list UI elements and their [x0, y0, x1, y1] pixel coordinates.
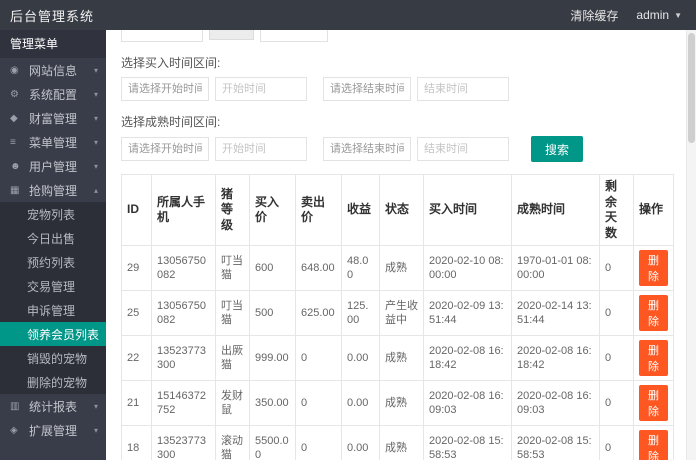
delete-button[interactable]: 删除	[639, 430, 668, 460]
scrollbar-thumb[interactable]	[688, 33, 695, 143]
submenu-item-destroyed-pets[interactable]: 销毁的宠物	[0, 346, 106, 370]
chevron-down-icon: ▾	[93, 89, 98, 99]
sidebar-item-menu-management[interactable]: ≡ 菜单管理 ▾	[0, 130, 106, 154]
sidebar-item-statistics-report[interactable]: ▥ 统计报表 ▾	[0, 394, 106, 418]
cart-icon: ▦	[10, 184, 20, 196]
buy-start-time-select[interactable]	[121, 77, 209, 101]
menu-list-icon: ≡	[10, 136, 16, 148]
top-bar: 后台管理系统 清除缓存 admin ▼	[0, 0, 696, 30]
username-label: admin	[636, 8, 670, 22]
user-dropdown[interactable]: admin ▼	[636, 8, 682, 22]
chart-icon: ▥	[10, 400, 20, 412]
sidebar-item-extension-management[interactable]: ◈ 扩展管理 ▾	[0, 418, 106, 442]
col-header-buy-time: 买入时间	[423, 173, 512, 247]
chevron-down-icon: ▾	[93, 137, 98, 147]
submenu-item-reservation-list[interactable]: 预约列表	[0, 250, 106, 274]
chevron-down-icon: ▾	[93, 65, 98, 75]
clipped-select-input[interactable]	[121, 30, 203, 42]
sidebar-item-website-info[interactable]: ◉ 网站信息 ▾	[0, 58, 106, 82]
delete-button[interactable]: 删除	[639, 295, 668, 332]
submenu-item-transaction-management[interactable]: 交易管理	[0, 274, 106, 298]
table-row: 25 13056750082 叮当猫 500 625.00 125.00 产生收…	[121, 290, 674, 337]
buy-end-time-input[interactable]	[417, 77, 509, 101]
col-header-id: ID	[121, 173, 152, 247]
caret-down-icon: ▼	[674, 10, 682, 20]
table-row: 22 13523773300 出厥猫 999.00 0 0.00 成熟 2020…	[121, 335, 674, 382]
mature-end-time-select[interactable]	[323, 137, 411, 161]
layout: 管理菜单 ◉ 网站信息 ▾ ⚙ 系统配置 ▾ ◆ 财富管理 ▾ ≡ 菜单管理 ▾	[0, 30, 696, 460]
col-header-profit: 收益	[341, 173, 380, 247]
sidebar-item-purchase-management[interactable]: ▦ 抢购管理 ▴	[0, 178, 106, 202]
gear-icon: ⚙	[10, 88, 19, 100]
col-header-status: 状态	[379, 173, 424, 247]
user-icon: ☻	[10, 160, 21, 172]
col-header-actions: 操作	[633, 173, 674, 247]
app-title: 后台管理系统	[10, 8, 95, 24]
sidebar-item-wealth-management[interactable]: ◆ 财富管理 ▾	[0, 106, 106, 130]
submenu-item-adopt-member-list[interactable]: 领养会员列表	[0, 322, 106, 346]
mature-time-filter-row: 搜索	[121, 136, 677, 162]
buy-end-time-select[interactable]	[323, 77, 411, 101]
search-button[interactable]: 搜索	[531, 136, 584, 162]
buy-start-time-input[interactable]	[215, 77, 307, 101]
clipped-text-input[interactable]	[260, 30, 328, 42]
sidebar-menu-title: 管理菜单	[0, 30, 106, 58]
table-row: 21 15146372752 发财鼠 350.00 0 0.00 成熟 2020…	[121, 380, 674, 427]
extension-icon: ◈	[10, 424, 18, 436]
chevron-down-icon: ▾	[93, 113, 98, 123]
chevron-down-icon: ▾	[93, 401, 98, 411]
mature-time-range-label: 选择成熟时间区间:	[121, 115, 221, 129]
chevron-down-icon: ▾	[93, 425, 98, 435]
delete-button[interactable]: 删除	[639, 385, 668, 422]
topbar-actions: 清除缓存 admin ▼	[570, 7, 682, 24]
vertical-scrollbar[interactable]	[686, 30, 696, 460]
mature-start-time-input[interactable]	[215, 137, 307, 161]
col-header-phone: 所属人手机	[151, 173, 216, 247]
col-header-sell-price: 卖出价	[295, 173, 342, 247]
sidebar-item-system-config[interactable]: ⚙ 系统配置 ▾	[0, 82, 106, 106]
submenu-item-appeal-management[interactable]: 申诉管理	[0, 298, 106, 322]
delete-button[interactable]: 删除	[639, 340, 668, 377]
mature-end-time-input[interactable]	[417, 137, 509, 161]
col-header-buy-price: 买入价	[249, 173, 296, 247]
mature-start-time-select[interactable]	[121, 137, 209, 161]
clear-cache-link[interactable]: 清除缓存	[570, 7, 618, 24]
sidebar-item-user-management[interactable]: ☻ 用户管理 ▾	[0, 154, 106, 178]
main-content: 选择买入时间区间: 选择成熟时间区间: 搜索	[106, 30, 686, 460]
table-row: 18 13523773300 滚动猫 5500.00 0 0.00 成熟 202…	[121, 425, 674, 460]
wealth-icon: ◆	[10, 112, 18, 124]
clipped-button[interactable]	[209, 30, 254, 40]
col-header-mature-time: 成熟时间	[511, 173, 600, 247]
clipped-filter-row	[121, 30, 677, 42]
admin-app: 后台管理系统 清除缓存 admin ▼ 管理菜单 ◉ 网站信息 ▾ ⚙ 系统配置…	[0, 0, 696, 460]
sidebar: 管理菜单 ◉ 网站信息 ▾ ⚙ 系统配置 ▾ ◆ 财富管理 ▾ ≡ 菜单管理 ▾	[0, 30, 106, 460]
website-info-icon: ◉	[10, 64, 19, 76]
col-header-days-left: 剩余天数	[599, 173, 634, 247]
table-row: 29 13056750082 叮当猫 600 648.00 48.00 成熟 2…	[121, 245, 674, 292]
chevron-down-icon: ▾	[93, 161, 98, 171]
submenu-item-pet-list[interactable]: 宠物列表	[0, 202, 106, 226]
col-header-level: 猪等级	[215, 173, 250, 247]
submenu-item-today-sold[interactable]: 今日出售	[0, 226, 106, 250]
members-table: ID 所属人手机 猪等级 买入价 卖出价 收益 状态 买入时间 成熟时间 剩余天…	[121, 173, 674, 460]
chevron-up-icon: ▴	[93, 185, 98, 195]
delete-button[interactable]: 删除	[639, 250, 668, 287]
buy-time-range-label: 选择买入时间区间:	[121, 56, 221, 70]
table-header-row: ID 所属人手机 猪等级 买入价 卖出价 收益 状态 买入时间 成熟时间 剩余天…	[121, 173, 674, 247]
buy-time-filter-row	[121, 77, 677, 101]
submenu-item-deleted-pets[interactable]: 删除的宠物	[0, 370, 106, 394]
purchase-submenu: 宠物列表 今日出售 预约列表 交易管理 申诉管理 领养会员列表 销毁的宠物 删除…	[0, 202, 106, 394]
